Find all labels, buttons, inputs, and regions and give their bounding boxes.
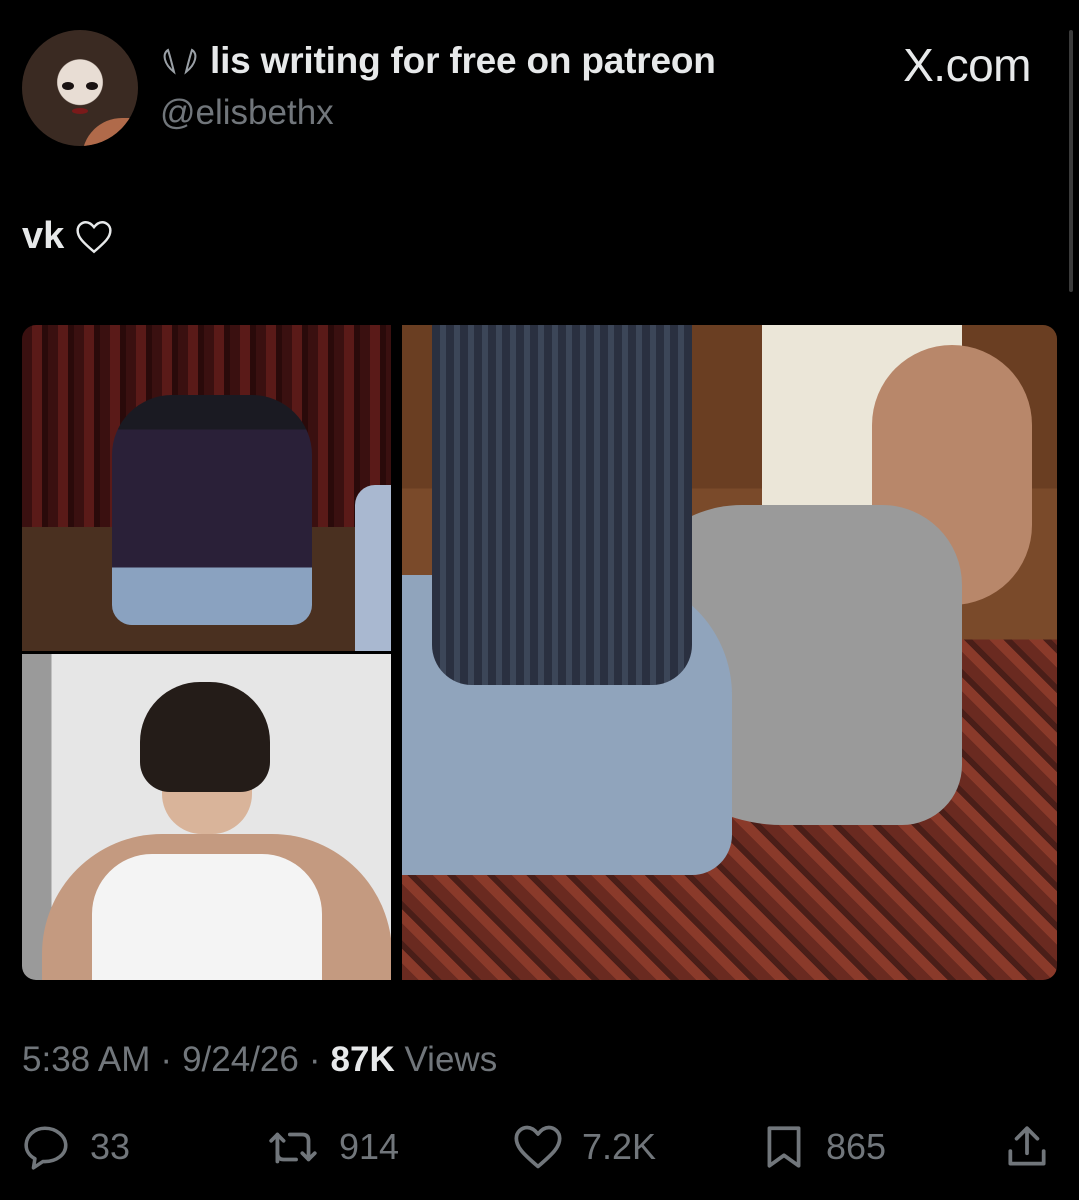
photo-3[interactable] <box>402 325 1057 980</box>
share-icon <box>1008 1126 1046 1166</box>
display-name[interactable]: lis writing for free on patreon <box>210 40 716 82</box>
avatar-mouth <box>72 108 88 114</box>
bookmark-icon <box>767 1126 801 1168</box>
reply-button[interactable]: 33 <box>22 1118 130 1176</box>
action-bar: 33 914 7.2K 865 <box>22 1118 1057 1176</box>
avatar-eye-left <box>62 82 74 90</box>
share-button[interactable] <box>1002 1118 1052 1176</box>
photo-3-shirt <box>432 325 692 685</box>
heart-icon <box>514 1125 562 1169</box>
avatar[interactable] <box>22 30 138 146</box>
bookmark-count: 865 <box>826 1126 887 1167</box>
author-name-row[interactable]: lis writing for free on patreon <box>160 40 716 82</box>
photo-2[interactable] <box>22 654 391 980</box>
photo-1[interactable] <box>22 325 391 651</box>
tweet-time[interactable]: 5:38 AM <box>22 1040 150 1080</box>
avatar-shoulder <box>82 118 138 146</box>
tweet-meta: 5:38 AM · 9/24/26 · 87K Views <box>22 1040 497 1080</box>
avatar-eye-right <box>86 82 98 90</box>
media-grid <box>22 325 1057 980</box>
reply-count: 33 <box>90 1126 131 1167</box>
heart-outline-icon <box>76 220 112 253</box>
photo-2-hair <box>140 682 270 792</box>
tweet-text: vk <box>22 215 114 258</box>
repost-button[interactable]: 914 <box>267 1118 399 1176</box>
user-handle[interactable]: @elisbethx <box>160 93 334 133</box>
photo-1-edge <box>355 485 391 651</box>
tweet-date[interactable]: 9/24/26 <box>182 1040 299 1080</box>
repost-icon <box>269 1132 317 1164</box>
photo-2-tank <box>92 854 322 980</box>
meta-separator: · <box>308 1040 321 1079</box>
site-badge: X.com <box>903 39 1031 91</box>
bunny-ears-icon <box>163 48 197 75</box>
tweet-text-body: vk <box>22 215 65 257</box>
bookmark-button[interactable]: 865 <box>760 1118 886 1176</box>
like-button[interactable]: 7.2K <box>512 1118 656 1176</box>
views-label: Views <box>404 1040 498 1079</box>
repost-count: 914 <box>339 1126 400 1167</box>
scrollbar[interactable] <box>1069 30 1073 292</box>
like-count: 7.2K <box>582 1126 657 1167</box>
photo-1-person <box>112 395 312 625</box>
reply-bubble-icon <box>24 1126 68 1170</box>
views-count[interactable]: 87K <box>331 1040 395 1080</box>
meta-separator: · <box>160 1040 173 1079</box>
